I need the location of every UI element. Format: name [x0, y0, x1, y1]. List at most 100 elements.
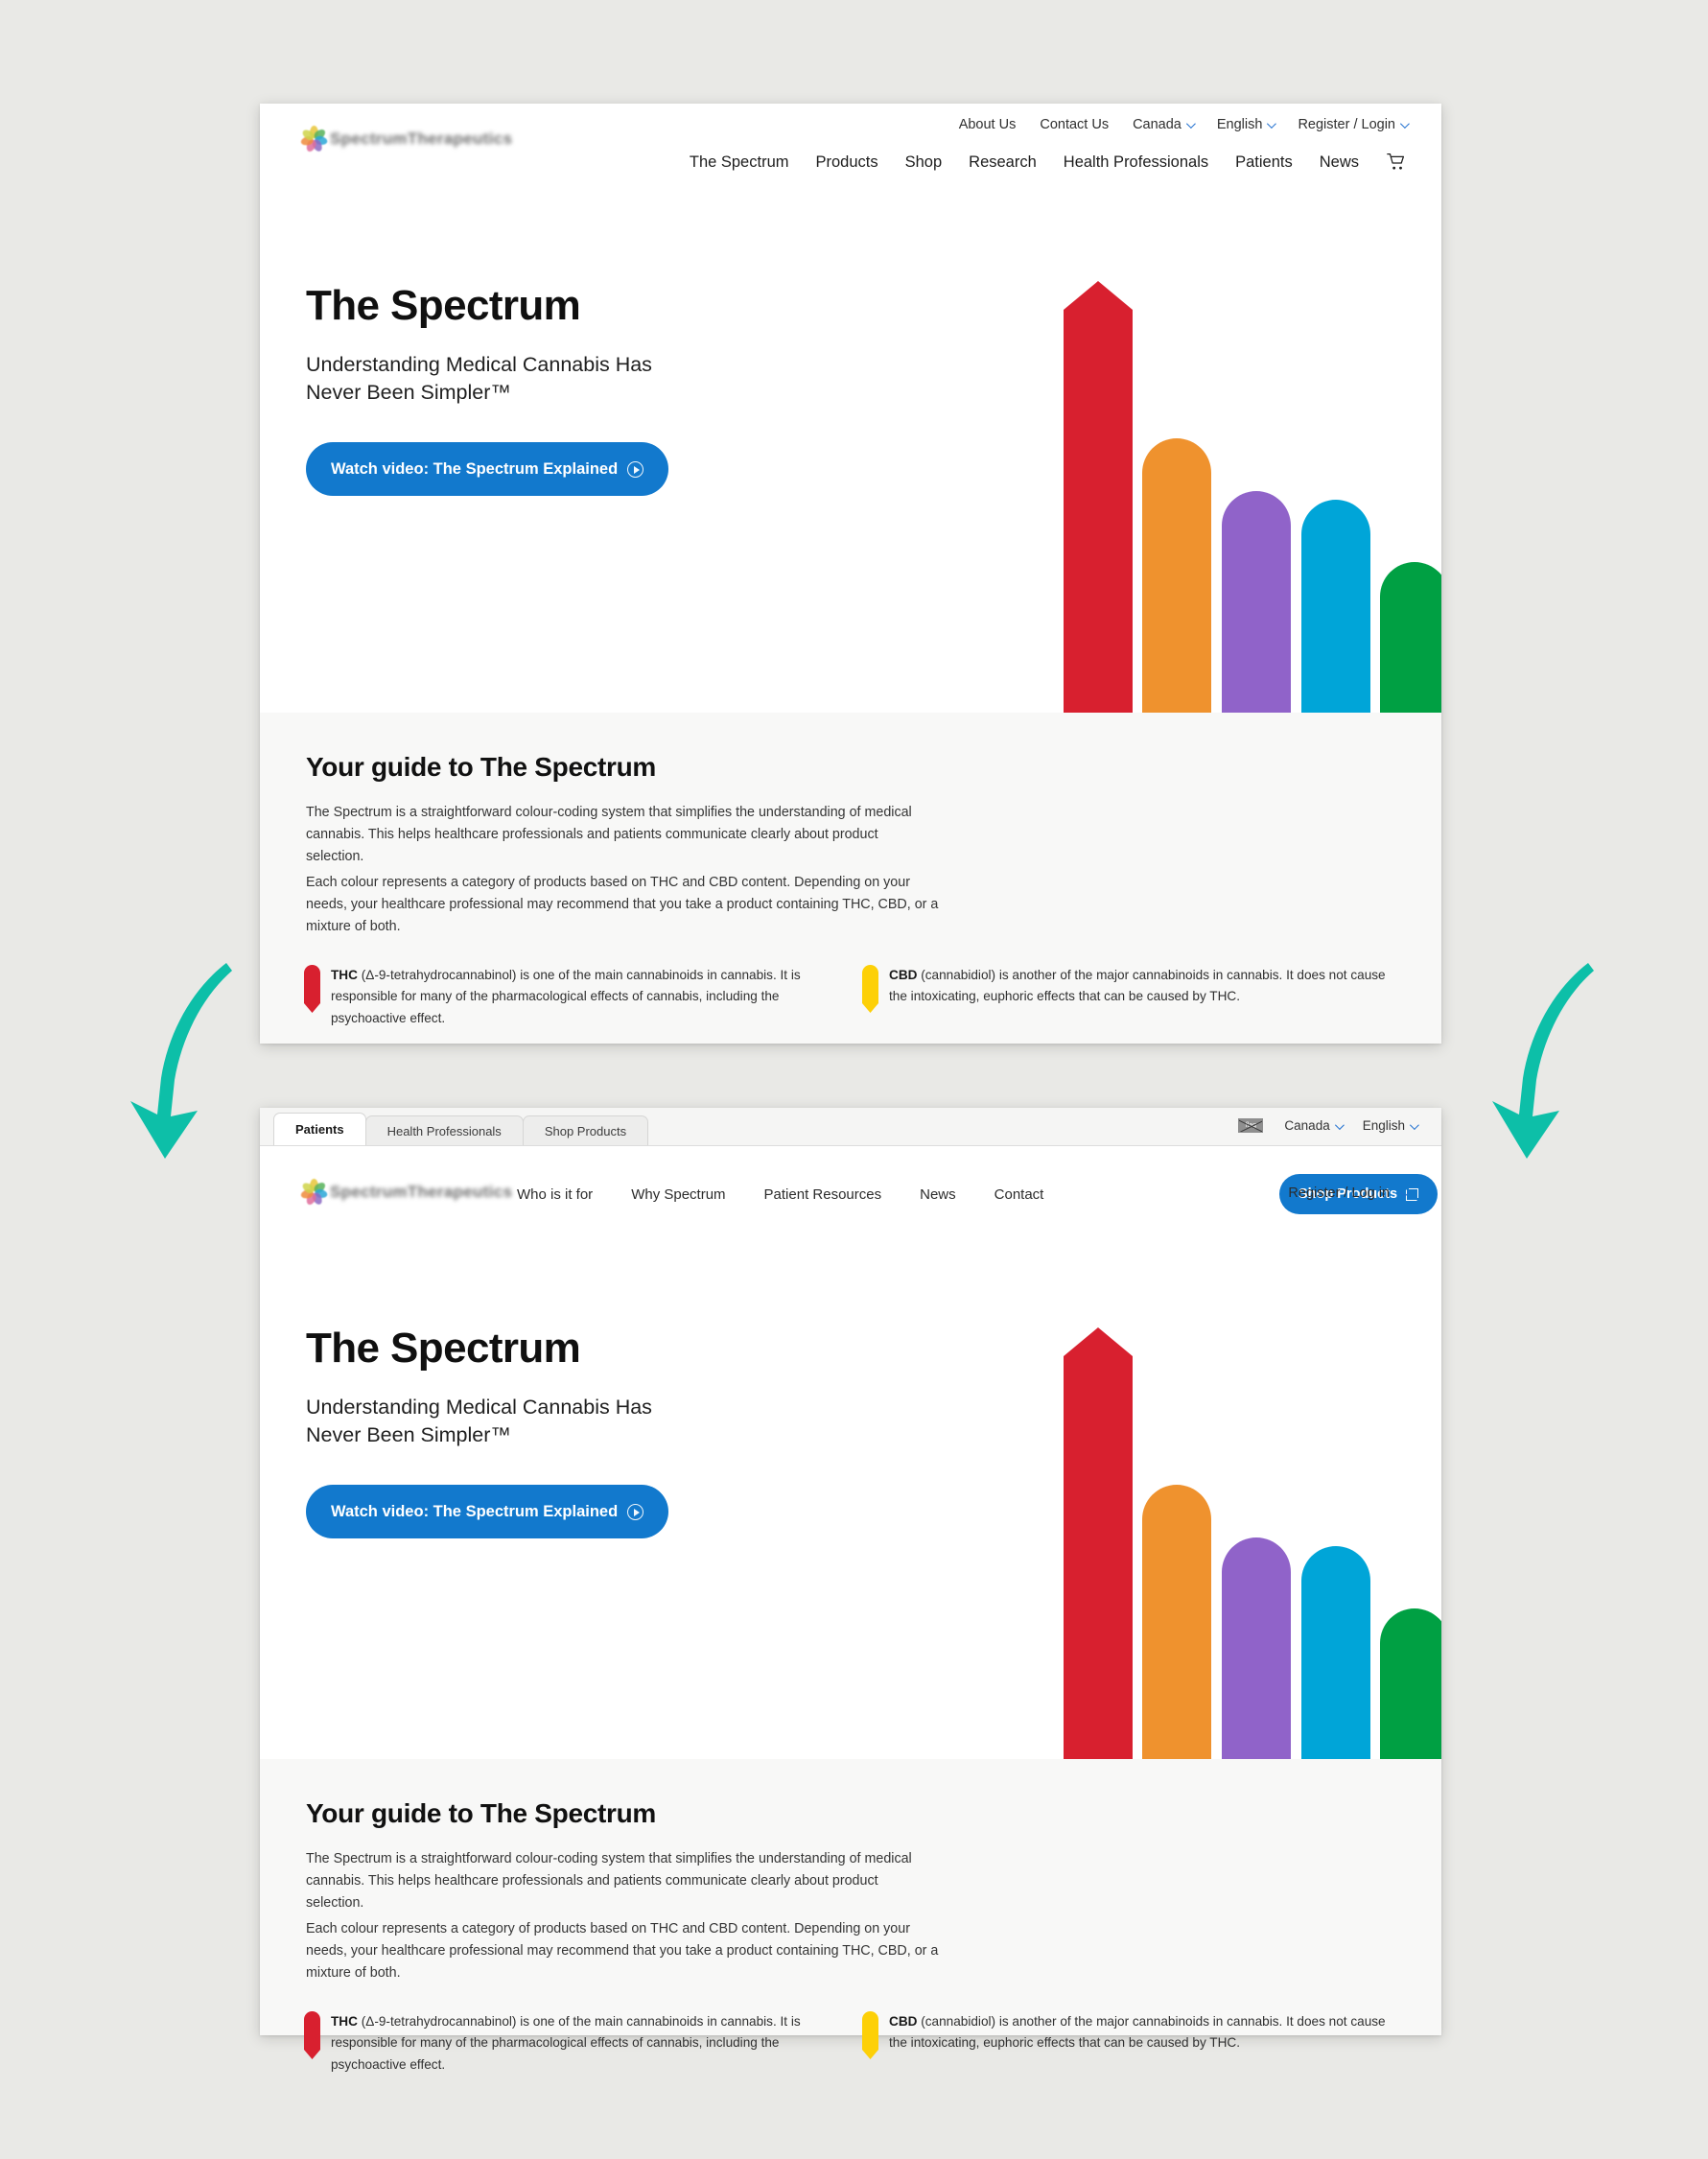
audience-tab-shop-products[interactable]: Shop Products: [522, 1115, 649, 1145]
nav-item-news[interactable]: News: [1320, 153, 1359, 172]
util-nav-label: About Us: [958, 117, 1017, 132]
chevron-down-icon: [1409, 1120, 1419, 1131]
watch-video-button[interactable]: Watch video: The Spectrum Explained: [306, 442, 669, 496]
guide-heading: Your guide to The Spectrum: [306, 752, 657, 782]
nav-item-news[interactable]: News: [920, 1186, 956, 1203]
definition-term: CBD: [889, 2014, 918, 2029]
hero-subtitle-line-1: Understanding Medical Cannabis Has: [306, 353, 652, 376]
hero-subtitle: Understanding Medical Cannabis Has Never…: [306, 1394, 709, 1449]
site-logo-a[interactable]: SpectrumTherapeutics: [299, 125, 512, 153]
guide-paragraph-2: Each colour represents a category of pro…: [306, 1921, 939, 1982]
utility-nav-a: About Us Contact Us Canada English Register …: [959, 117, 1410, 132]
definition-text-cbd: CBD (cannabidiol) is another of the majo…: [889, 968, 1386, 1004]
chart-bar-purple: [1222, 1537, 1291, 1759]
definition-marker-cbd: [862, 965, 878, 1013]
chart-bar-blue: [1301, 500, 1370, 713]
nav-item-contact[interactable]: Contact: [994, 1186, 1044, 1203]
audience-tab-health-professionals[interactable]: Health Professionals: [364, 1115, 524, 1145]
guide-paragraph-1: The Spectrum is a straightforward colour…: [306, 1851, 912, 1912]
spectrum-flower-icon: [299, 1178, 329, 1207]
chart-bar-red: [1064, 270, 1133, 713]
watch-video-label: Watch video: The Spectrum Explained: [331, 1502, 619, 1520]
util-nav-label: English: [1216, 117, 1263, 132]
flag-broken-image-icon: flag: [1238, 1118, 1264, 1133]
country-selector[interactable]: Canada: [1284, 1118, 1345, 1133]
cart-icon[interactable]: [1386, 153, 1407, 172]
main-nav-a: The Spectrum Products Shop Research Health P…: [690, 153, 1407, 172]
play-circle-icon: [627, 460, 644, 478]
guide-paragraph-2: Each colour represents a category of pro…: [306, 875, 939, 935]
spectrum-flower-icon: [299, 125, 329, 153]
definition-marker-thc: [304, 965, 320, 1013]
cannabinoid-definitions-a: THC (Δ-9-tetrahydrocannabinol) is one of…: [304, 965, 1388, 1029]
page-variant-b: Patients Health Professionals Shop Product…: [260, 1108, 1441, 2072]
util-nav-label: Contact Us: [1040, 117, 1110, 132]
hero-title: The Spectrum: [306, 282, 581, 329]
register-login-menu[interactable]: Register / Log in: [1288, 1185, 1410, 1201]
watch-video-label: Watch video: The Spectrum Explained: [331, 459, 619, 478]
hero-subtitle-line-2: Never Been Simpler™: [306, 381, 511, 405]
nav-item-the-spectrum[interactable]: The Spectrum: [690, 153, 789, 172]
cannabinoid-definitions-b: THC (Δ-9-tetrahydrocannabinol) is one of…: [304, 2011, 1388, 2076]
chevron-down-icon: [1334, 1120, 1345, 1131]
hero-title: The Spectrum: [306, 1325, 581, 1372]
util-nav-item-contact-us[interactable]: Contact Us: [1040, 117, 1109, 132]
nav-item-patients[interactable]: Patients: [1235, 153, 1293, 172]
guide-section-a: Your guide to The Spectrum The Spectrum …: [260, 713, 1441, 1044]
site-header-a: SpectrumTherapeutics About Us Contact Us C…: [260, 104, 1441, 202]
register-login-label: Register / Log in: [1288, 1185, 1390, 1201]
util-nav-item-about-us[interactable]: About Us: [959, 117, 1017, 132]
nav-item-shop[interactable]: Shop: [905, 153, 943, 172]
definition-text-cbd: CBD (cannabidiol) is another of the majo…: [889, 2014, 1386, 2051]
chart-bar-orange: [1142, 438, 1211, 713]
logo-wordmark: SpectrumTherapeutics: [330, 1183, 513, 1201]
util-nav-label: Register / Login: [1298, 117, 1395, 132]
nav-item-who-is-it-for[interactable]: Who is it for: [517, 1186, 593, 1203]
definition-term: CBD: [889, 968, 918, 982]
hero-subtitle-line-2: Never Been Simpler™: [306, 1423, 511, 1447]
audience-tab-bar: Patients Health Professionals Shop Product…: [260, 1108, 1441, 1146]
guide-section-b: Your guide to The Spectrum The Spectrum …: [260, 1759, 1441, 2072]
nav-item-research[interactable]: Research: [969, 153, 1037, 172]
audience-tab-patients[interactable]: Patients: [273, 1113, 366, 1145]
site-header-b: SpectrumTherapeutics Who is it for Why Sp…: [260, 1146, 1441, 1245]
nav-item-products[interactable]: Products: [815, 153, 877, 172]
definition-thc: THC (Δ-9-tetrahydrocannabinol) is one of…: [304, 2011, 830, 2076]
definition-cbd: CBD (cannabidiol) is another of the majo…: [862, 965, 1388, 1029]
hero-subtitle: Understanding Medical Cannabis Has Never…: [306, 351, 709, 407]
hero-subtitle-line-1: Understanding Medical Cannabis Has: [306, 1396, 652, 1419]
screenshot-stage: SpectrumTherapeutics About Us Contact Us C…: [0, 0, 1708, 2159]
definition-term: THC: [331, 2014, 358, 2029]
guide-paragraph-1: The Spectrum is a straightforward colour…: [306, 805, 912, 865]
spectrum-bar-chart-b: [1064, 1316, 1441, 1759]
nav-item-why-spectrum[interactable]: Why Spectrum: [631, 1186, 725, 1203]
chart-bar-purple: [1222, 491, 1291, 713]
language-selector[interactable]: English: [1363, 1118, 1419, 1133]
util-nav-item-english[interactable]: English: [1216, 117, 1277, 132]
chevron-down-icon: [1185, 119, 1196, 129]
audience-tabs: Patients Health Professionals Shop Product…: [273, 1113, 649, 1145]
watch-video-button[interactable]: Watch video: The Spectrum Explained: [306, 1485, 669, 1538]
chart-bar-red: [1064, 1316, 1133, 1759]
page-variant-a: SpectrumTherapeutics About Us Contact Us C…: [260, 104, 1441, 1044]
country-label: Canada: [1284, 1118, 1330, 1133]
site-logo-b[interactable]: SpectrumTherapeutics: [299, 1178, 512, 1207]
util-nav-item-canada[interactable]: Canada: [1133, 117, 1196, 132]
curved-arrow-left: [130, 963, 232, 1159]
chart-bar-orange: [1142, 1485, 1211, 1759]
spectrum-bar-chart-a: [1064, 270, 1441, 713]
definition-thc: THC (Δ-9-tetrahydrocannabinol) is one of…: [304, 965, 830, 1029]
nav-item-patient-resources[interactable]: Patient Resources: [764, 1186, 882, 1203]
definition-cbd: CBD (cannabidiol) is another of the majo…: [862, 2011, 1388, 2076]
chart-bar-blue: [1301, 1546, 1370, 1759]
hero-section-a: The Spectrum Understanding Medical Canna…: [260, 202, 1441, 713]
chart-bar-green: [1380, 562, 1441, 713]
region-language-selector: flag Canada English: [1238, 1118, 1419, 1133]
util-nav-item-register-login[interactable]: Register / Login: [1298, 117, 1410, 132]
definition-text-thc: THC (Δ-9-tetrahydrocannabinol) is one of…: [331, 968, 801, 1025]
nav-item-health-professionals[interactable]: Health Professionals: [1064, 153, 1208, 172]
util-nav-label: Canada: [1133, 117, 1182, 132]
chevron-down-icon: [1399, 119, 1410, 129]
hero-section-b: The Spectrum Understanding Medical Canna…: [260, 1245, 1441, 1759]
definition-marker-cbd: [862, 2011, 878, 2059]
